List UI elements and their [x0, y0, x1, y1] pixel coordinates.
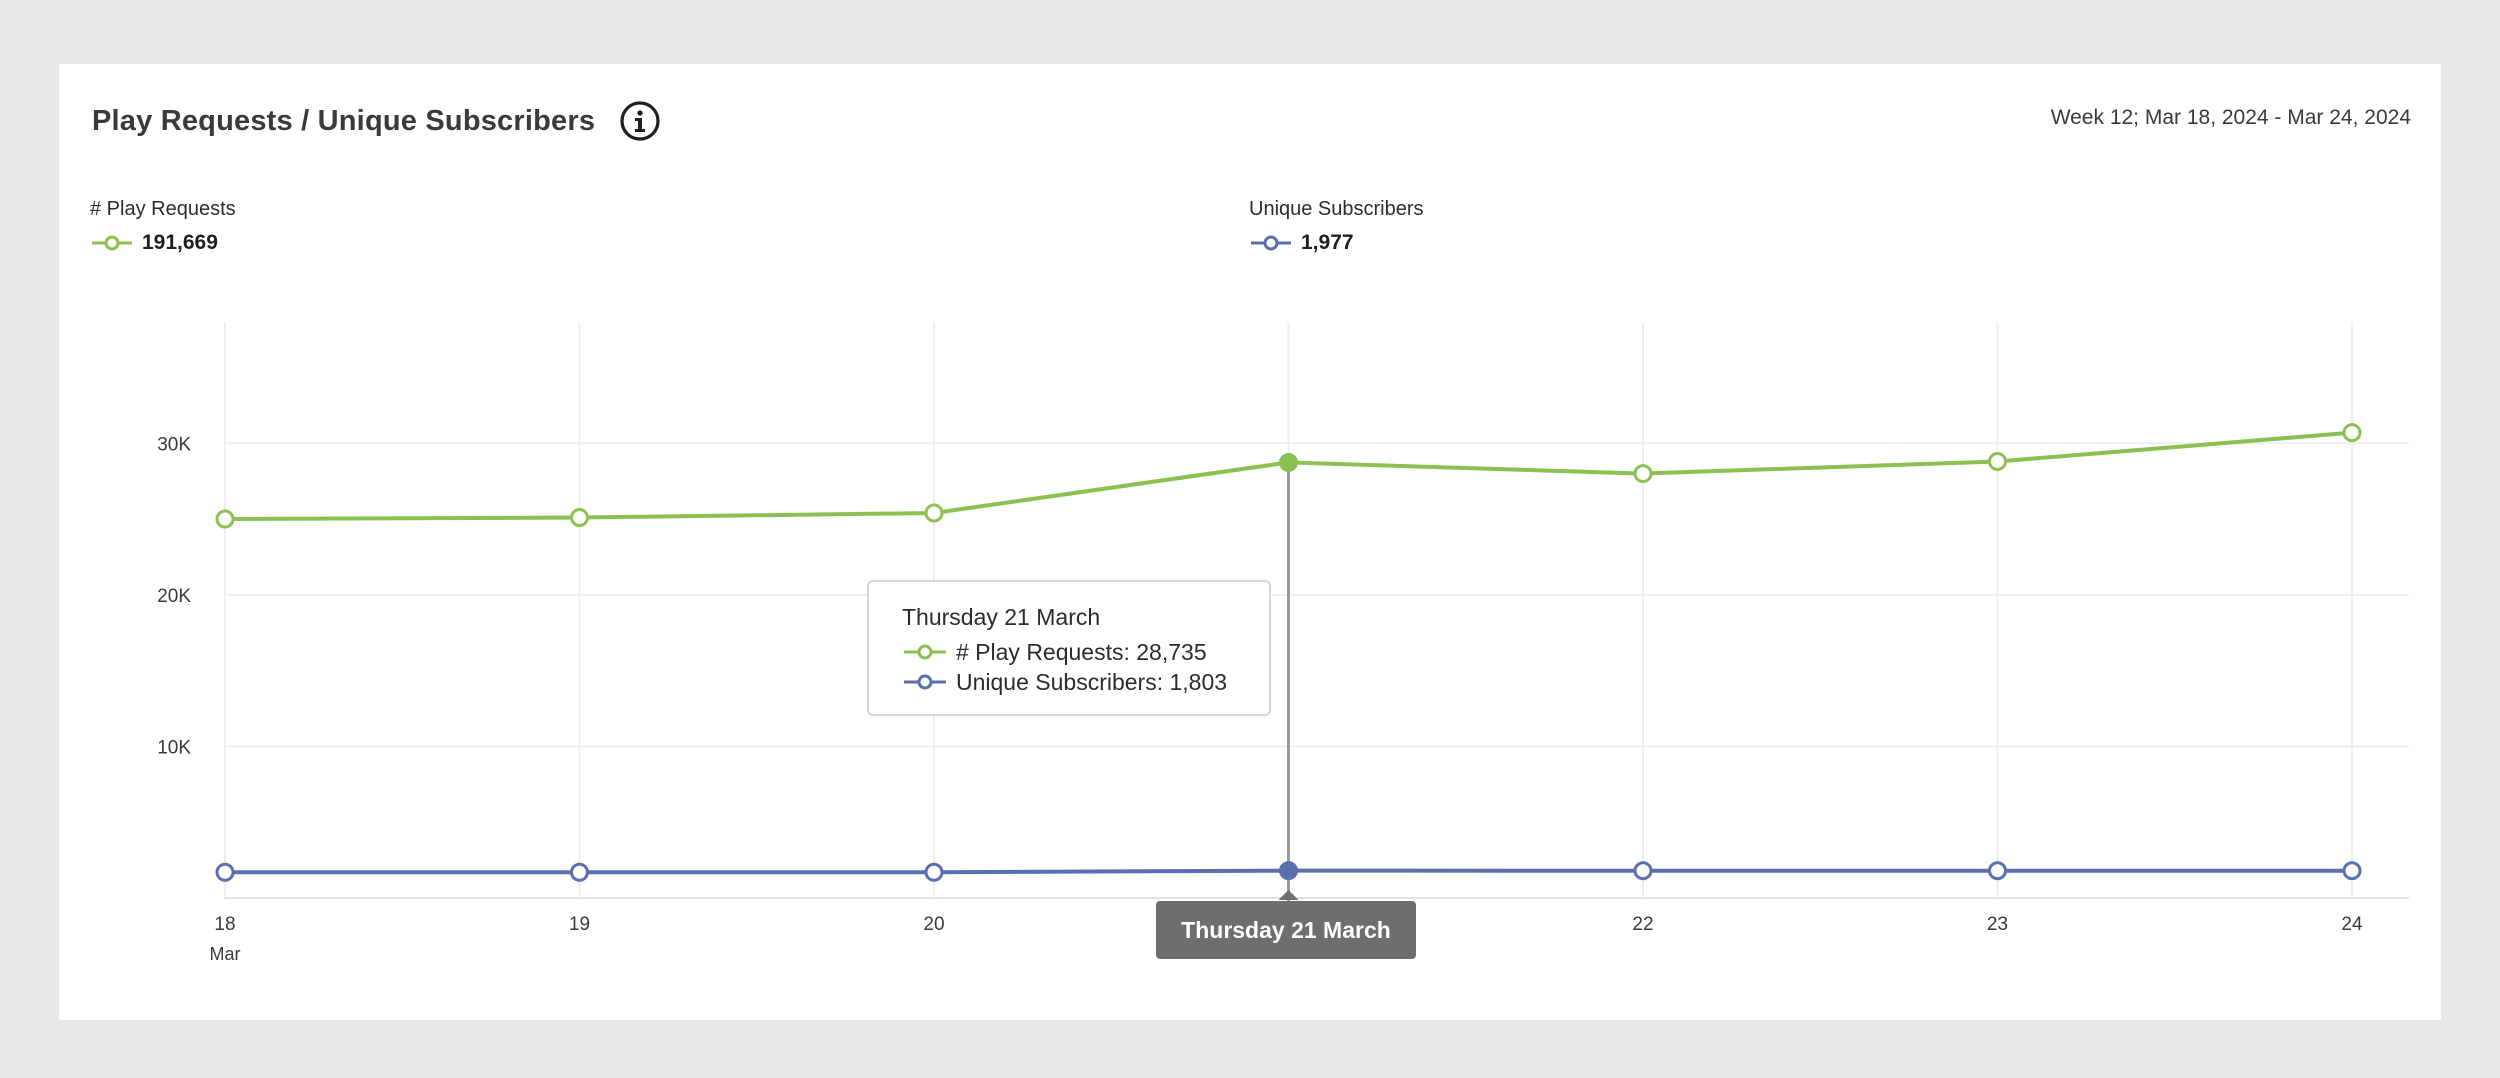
series-marker-icon	[904, 644, 946, 660]
x-tick-label: 22	[1632, 914, 1653, 935]
x-tick-label: 24	[2341, 914, 2363, 935]
data-point	[215, 862, 235, 882]
data-point	[1988, 861, 2007, 881]
tooltip-row-play-requests: # Play Requests: 28,735	[902, 637, 1269, 667]
chart-card: Play Requests / Unique Subscribers Week …	[59, 64, 2441, 1020]
data-point	[570, 508, 589, 528]
data-point	[570, 862, 589, 882]
x-tick-label: 19	[569, 914, 590, 935]
x-axis-hover-label: Thursday 21 March	[1156, 901, 1416, 959]
data-point-highlighted	[1279, 452, 1298, 472]
x-tick-label: 20	[923, 914, 944, 935]
tooltip-value: # Play Requests: 28,735	[956, 639, 1207, 665]
x-tick-label: 23	[1987, 914, 2008, 935]
data-point	[215, 509, 235, 529]
x-tick-sublabel: Mar	[210, 944, 241, 964]
series-marker-icon	[904, 674, 946, 690]
data-point	[924, 503, 944, 523]
tooltip-title: Thursday 21 March	[902, 604, 1101, 630]
y-tick-label: 10K	[157, 737, 191, 758]
data-point	[2342, 861, 2362, 881]
x-tick-label: 18	[214, 914, 235, 935]
y-tick-label: 20K	[157, 586, 191, 607]
data-point	[1633, 861, 1653, 881]
data-point	[1988, 451, 2007, 471]
tooltip-row-unique-subscribers: Unique Subscribers: 1,803	[902, 667, 1269, 697]
line-chart[interactable]: 10K20K30K18192021222324Mar	[59, 64, 2441, 1020]
hover-label-pointer	[1278, 890, 1299, 900]
chart-tooltip: Thursday 21 March # Play Requests: 28,73…	[867, 580, 1271, 716]
data-point-highlighted	[1279, 861, 1298, 881]
data-point	[2342, 423, 2362, 443]
y-tick-label: 30K	[157, 434, 191, 455]
tooltip-value: Unique Subscribers: 1,803	[956, 669, 1228, 695]
data-point	[924, 862, 944, 882]
data-point	[1633, 464, 1653, 484]
